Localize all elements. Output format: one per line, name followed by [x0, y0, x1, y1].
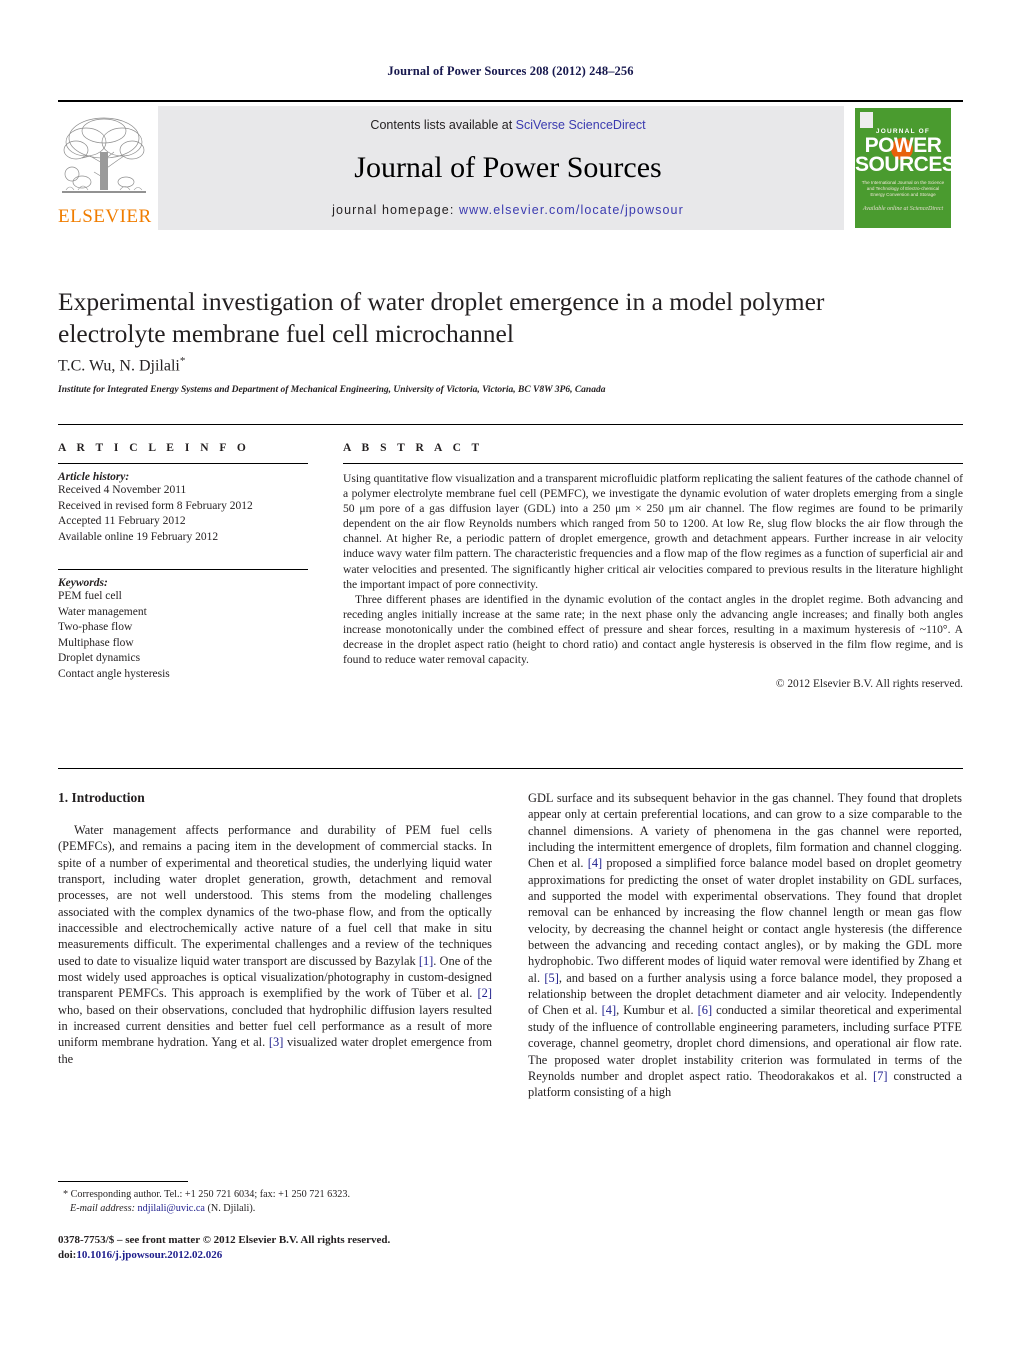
corresponding-author-asterisk: *	[63, 1189, 69, 1200]
email-address-label: E-mail address:	[70, 1202, 135, 1214]
paper-page: Journal of Power Sources 208 (2012) 248–…	[0, 0, 1021, 1351]
tree-illustration	[62, 117, 146, 193]
journal-homepage-link[interactable]: www.elsevier.com/locate/jpowsour	[459, 203, 684, 217]
article-info-heading: A R T I C L E I N F O	[58, 442, 250, 454]
abstract-column: A B S T R A C T Using quantitative flow …	[343, 442, 963, 690]
article-authors: T.C. Wu, N. Djilali*	[58, 355, 858, 375]
article-history-item: Accepted 11 February 2012	[58, 515, 186, 527]
journal-banner: Contents lists available at SciVerse Sci…	[158, 106, 858, 230]
keywords-block: Keywords: PEM fuel cell Water management…	[58, 569, 308, 682]
citation-ref[interactable]: [6]	[698, 1003, 712, 1017]
elsevier-wordmark: ELSEVIER	[58, 206, 152, 227]
elsevier-tree-icon	[60, 112, 148, 204]
keyword-item: Two-phase flow	[58, 621, 133, 633]
abstract-copyright: © 2012 Elsevier B.V. All rights reserved…	[775, 678, 963, 691]
homepage-prefix: journal homepage:	[332, 203, 459, 217]
journal-cover-thumbnail: JOURNAL OF POWER SOURCES The Internation…	[844, 106, 962, 230]
corresponding-author-text: Corresponding author. Tel.: +1 250 721 6…	[70, 1189, 351, 1200]
citation-ref[interactable]: [1]	[419, 954, 433, 968]
article-history-item: Received 4 November 2011	[58, 484, 187, 496]
article-history-item: Received in revised form 8 February 2012	[58, 499, 253, 512]
footnote-rule	[58, 1181, 188, 1182]
article-history-item: Available online 19 February 2012	[58, 530, 219, 543]
keyword-item: Water management	[58, 605, 147, 618]
abstract-heading: A B S T R A C T	[343, 442, 484, 454]
keywords-rule	[58, 569, 308, 570]
body-left-column: 1. Introduction Water management affects…	[58, 790, 492, 1067]
issn-doi-block: 0378-7753/$ – see front matter © 2012 El…	[58, 1233, 528, 1262]
section-heading-introduction: 1. Introduction	[58, 790, 145, 805]
corresponding-author-marker: *	[179, 355, 186, 367]
journal-homepage-line: journal homepage: www.elsevier.com/locat…	[158, 203, 858, 217]
article-info-column: A R T I C L E I N F O Article history: R…	[58, 442, 308, 682]
abstract-paragraph: Using quantitative flow visualization an…	[343, 472, 963, 591]
body-right-column: GDL surface and its subsequent behavior …	[528, 790, 962, 1101]
article-history-label: Article history:	[58, 471, 130, 483]
contents-prefix: Contents lists available at	[370, 118, 516, 132]
journal-masthead: ELSEVIER Contents lists available at Sci…	[58, 100, 963, 232]
introduction-paragraph-left: Water management affects performance and…	[58, 823, 492, 1066]
cover-elsevier-mark-icon	[860, 112, 873, 128]
cover-footer-text: Available online at ScienceDirect	[862, 206, 944, 212]
cover-subtitle: The International Journal on the Science…	[861, 180, 945, 197]
keyword-item: Droplet dynamics	[58, 652, 141, 664]
journal-cover-image: JOURNAL OF POWER SOURCES The Internation…	[855, 108, 951, 228]
email-owner: (N. Djilali).	[207, 1202, 256, 1214]
abstract-rule	[343, 463, 963, 464]
citation-ref[interactable]: [2]	[478, 986, 492, 1000]
citation-ref[interactable]: [4]	[588, 856, 602, 870]
article-title: Experimental investigation of water drop…	[58, 287, 825, 348]
keyword-item: Multiphase flow	[58, 636, 134, 649]
info-band-top-rule	[58, 424, 963, 425]
keywords-label: Keywords:	[58, 577, 108, 589]
article-affiliation: Institute for Integrated Energy Systems …	[58, 385, 606, 395]
elsevier-logo: ELSEVIER	[58, 106, 152, 230]
citation-ref[interactable]: [3]	[269, 1035, 283, 1049]
doi-link[interactable]: 10.1016/j.jpowsour.2012.02.026	[76, 1249, 222, 1261]
journal-title: Journal of Power Sources	[354, 151, 662, 184]
email-note: E-mail address: ndjilali@uvic.ca (N. Dji…	[58, 1202, 492, 1216]
keyword-item: PEM fuel cell	[58, 590, 122, 602]
footnote-block: * Corresponding author. Tel.: +1 250 721…	[58, 1188, 492, 1215]
running-head: Journal of Power Sources 208 (2012) 248–…	[387, 64, 634, 78]
authors-list: T.C. Wu, N. Djilali	[58, 357, 180, 375]
info-band-bottom-rule	[58, 768, 963, 769]
introduction-paragraph-right: GDL surface and its subsequent behavior …	[528, 791, 963, 1100]
email-link[interactable]: ndjilali@uvic.ca	[138, 1203, 205, 1214]
article-info-rule	[58, 463, 308, 464]
abstract-paragraph: Three different phases are identified in…	[343, 592, 963, 667]
sciencedirect-link[interactable]: SciVerse ScienceDirect	[516, 118, 646, 132]
issn-line: 0378-7753/$ – see front matter © 2012 El…	[58, 1234, 391, 1246]
doi-label: doi:	[58, 1248, 77, 1261]
contents-available-line: Contents lists available at SciVerse Sci…	[158, 118, 858, 132]
citation-ref[interactable]: [7]	[873, 1069, 887, 1083]
citation-ref[interactable]: [5]	[544, 971, 558, 985]
doi-line: doi:10.1016/j.jpowsour.2012.02.026	[58, 1248, 528, 1263]
keyword-item: Contact angle hysteresis	[58, 667, 170, 680]
citation-ref[interactable]: [4]	[602, 1003, 616, 1017]
cover-power-sources-label: POWER SOURCES	[855, 134, 951, 176]
corresponding-author-note: * Corresponding author. Tel.: +1 250 721…	[58, 1188, 492, 1202]
